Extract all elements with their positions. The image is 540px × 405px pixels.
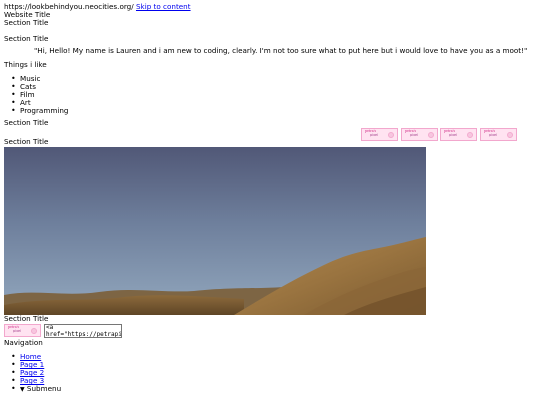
embed-code-textarea[interactable]: <a href="https://petrapi — [44, 324, 122, 338]
flower-icon — [428, 132, 434, 138]
section-title-buttons: Section Title — [4, 118, 49, 127]
nav-item-home: Home — [11, 353, 536, 362]
nav-item-page-3: Page 3 — [11, 377, 536, 386]
url-line: https://lookbehindyou.neocities.org/ Ski… — [4, 3, 536, 11]
page: https://lookbehindyou.neocities.org/ Ski… — [0, 0, 540, 393]
navigation-heading: Navigation — [4, 338, 43, 347]
section-title-header: Section Title — [4, 18, 49, 27]
landscape-photo — [4, 147, 426, 315]
skip-to-content-link[interactable]: Skip to content — [136, 2, 191, 11]
flower-icon — [467, 132, 473, 138]
button-text: pixel — [410, 133, 419, 137]
embed-row: petra's pixel <a href="https://petrapi — [4, 324, 536, 339]
pixel-button-2[interactable]: petra's pixel — [401, 128, 438, 141]
button-text: pixel — [13, 329, 22, 333]
button-text: pixel — [370, 133, 379, 137]
submenu-label: Submenu — [26, 384, 62, 393]
list-item: Music — [11, 75, 536, 84]
nav-item-page-1: Page 1 — [11, 361, 536, 370]
list-item: Art — [11, 99, 536, 108]
flower-icon — [31, 328, 37, 334]
button-text: pixel — [489, 133, 498, 137]
pixel-button-embed[interactable]: petra's pixel — [4, 324, 41, 337]
disclosure-triangle-icon: ▼ — [20, 386, 25, 393]
list-item: Cats — [11, 83, 536, 92]
likes-heading: Things i like — [4, 60, 47, 69]
button-text: pixel — [449, 133, 458, 137]
pixel-button-4[interactable]: petra's pixel — [480, 128, 517, 141]
pixel-button-3[interactable]: petra's pixel — [440, 128, 477, 141]
list-item: Film — [11, 91, 536, 100]
flower-icon — [388, 132, 394, 138]
intro-quote: "Hi, Hello! My name is Lauren and i am n… — [34, 46, 528, 55]
navigation-list: Home Page 1 Page 2 Page 3 ▼ Submenu — [4, 353, 536, 394]
hills-landscape-image — [4, 147, 426, 315]
nav-item-page-2: Page 2 — [11, 369, 536, 378]
website-title: Website Title — [4, 10, 51, 19]
likes-list: Music Cats Film Art Programming — [4, 75, 536, 116]
list-item: Programming — [11, 107, 536, 116]
pixel-button-1[interactable]: petra's pixel — [361, 128, 398, 141]
nav-item-submenu[interactable]: ▼ Submenu — [11, 384, 536, 394]
section-title-intro: Section Title — [4, 34, 49, 43]
flower-icon — [507, 132, 513, 138]
section-title-embed: Section Title — [4, 314, 49, 323]
button-row: petra's pixel petra's pixel petra's pixe… — [4, 128, 536, 144]
